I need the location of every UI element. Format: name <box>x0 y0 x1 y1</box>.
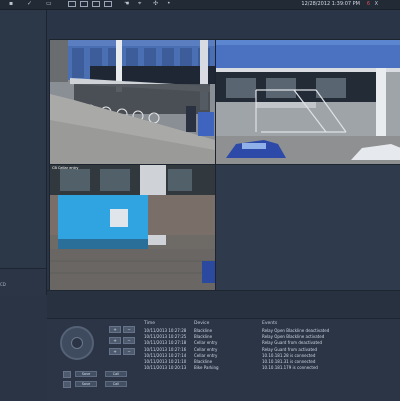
cell-time: 10/11/2013 10:27:14 <box>144 352 187 358</box>
table-row[interactable]: 10/11/2013 10:27:25 Blackline Relay Open B… <box>140 334 400 340</box>
sidebar-note: CD <box>0 282 6 287</box>
preset-call-button[interactable]: Call <box>105 371 127 377</box>
cell-time: 10/11/2013 10:27:18 <box>144 340 187 346</box>
camera-tile-1[interactable] <box>49 39 216 165</box>
header-events[interactable]: Events <box>262 321 277 326</box>
close-icon[interactable]: X <box>375 1 378 8</box>
ptz-icon[interactable]: ⌖ <box>138 1 141 7</box>
grid-4x4-icon[interactable] <box>104 1 112 7</box>
video-grid: CB Cellar entry <box>47 10 400 291</box>
clock-datetime: 12/28/2012 1:39:07 PM <box>301 1 360 7</box>
cell-device: Blackline <box>194 328 213 333</box>
cell-event: Relay Open Blackline activated <box>262 334 325 340</box>
grid-3x3-icon[interactable] <box>92 1 100 7</box>
cell-event: Relay Guard from deactivated <box>262 340 323 346</box>
camera-feed-2 <box>216 40 400 164</box>
table-row[interactable]: 10/11/2013 10:20:13 Bike Parking 10.10.181… <box>140 365 400 371</box>
top-toolbar: ▪ ✓ ▭ ☚ ⌖ ✣ • 12/28/2012 1:39:07 PM 6 X <box>0 0 400 10</box>
iris-plus-button[interactable]: + <box>109 348 121 355</box>
layout-icon[interactable]: ▭ <box>46 1 52 7</box>
zoom-minus-button[interactable]: − <box>123 326 135 333</box>
camera-tile-3[interactable]: CB Cellar entry <box>49 164 216 291</box>
focus-minus-button[interactable]: − <box>123 337 135 344</box>
cell-device: Blackline <box>194 334 213 340</box>
zoom-plus-button[interactable]: + <box>109 326 121 333</box>
cell-device: Cellar entry <box>194 352 218 358</box>
preset-left-button[interactable] <box>63 371 71 378</box>
grid-2x2-icon[interactable] <box>80 1 88 7</box>
cell-event: Relay Open Blackline deactivated <box>262 328 330 333</box>
cell-device: Cellar entry <box>194 340 218 346</box>
hand-icon[interactable]: ☚ <box>124 1 129 7</box>
camera-3-label: CB Cellar entry <box>52 166 79 170</box>
status-strip <box>47 290 400 319</box>
cell-event: Relay Guard from activated <box>262 346 318 352</box>
menu-icon[interactable]: ▪ <box>9 1 13 7</box>
focus-plus-button[interactable]: + <box>109 337 121 344</box>
cell-device: Bike Parking <box>194 365 219 371</box>
preset-save-button[interactable]: Save <box>75 371 97 377</box>
camera-tile-2[interactable] <box>215 39 400 165</box>
move-icon[interactable]: ✣ <box>153 1 158 7</box>
tour-save-button[interactable]: Save <box>75 381 97 387</box>
camera-feed-1 <box>50 40 215 164</box>
tour-left-button[interactable] <box>63 381 71 388</box>
camera-tile-empty[interactable] <box>215 164 400 291</box>
cell-time: 10/11/2013 10:27:25 <box>144 334 187 340</box>
table-row[interactable]: 10/11/2013 10:27:14 Cellar entry 10.10.181… <box>140 353 400 359</box>
joystick-knob[interactable] <box>71 337 83 349</box>
tour-call-button[interactable]: Call <box>105 381 127 387</box>
cell-time: 10/11/2013 10:27:28 <box>144 328 187 333</box>
table-row[interactable]: 10/11/2013 10:27:18 Cellar entry Relay Gua… <box>140 340 400 346</box>
ptz-joystick[interactable] <box>60 326 94 360</box>
dot-icon[interactable]: • <box>167 1 171 7</box>
cell-device: Blackline <box>194 359 213 364</box>
cell-event: 10.10.181.28 is connected <box>262 352 316 358</box>
table-row[interactable]: 10/11/2013 10:27:16 Cellar entry Relay Gua… <box>140 347 400 353</box>
header-device[interactable]: Device <box>194 321 209 326</box>
ptz-control-panel: + − + − + − Save Call Save Call <box>47 318 139 400</box>
cell-time: 10/11/2013 10:20:13 <box>144 365 187 371</box>
cell-device: Cellar entry <box>194 346 218 352</box>
camera-feed-3 <box>50 165 215 290</box>
cell-event: 10.10.181.31 is connected <box>262 359 316 364</box>
header-time[interactable]: Time <box>144 321 155 326</box>
event-log-table: Time Device Events 10/11/2013 10:27:28 Bl… <box>140 318 400 400</box>
alarm-count[interactable]: 6 <box>367 1 370 8</box>
check-icon[interactable]: ✓ <box>27 1 32 7</box>
cell-time: 10/11/2013 10:27:16 <box>144 346 187 352</box>
table-row[interactable]: 10/11/2013 10:21:10 Blackline 10.10.181.31… <box>140 359 400 365</box>
sidebar-lower-panel: CD <box>0 268 46 296</box>
cell-time: 10/11/2013 10:21:10 <box>144 359 187 364</box>
iris-minus-button[interactable]: − <box>123 348 135 355</box>
grid-1x1-icon[interactable] <box>68 1 76 7</box>
cell-event: 10.10.181.179 is connected <box>262 365 318 371</box>
sidebar <box>0 10 47 295</box>
table-row[interactable]: 10/11/2013 10:27:28 Blackline Relay Open B… <box>140 328 400 334</box>
